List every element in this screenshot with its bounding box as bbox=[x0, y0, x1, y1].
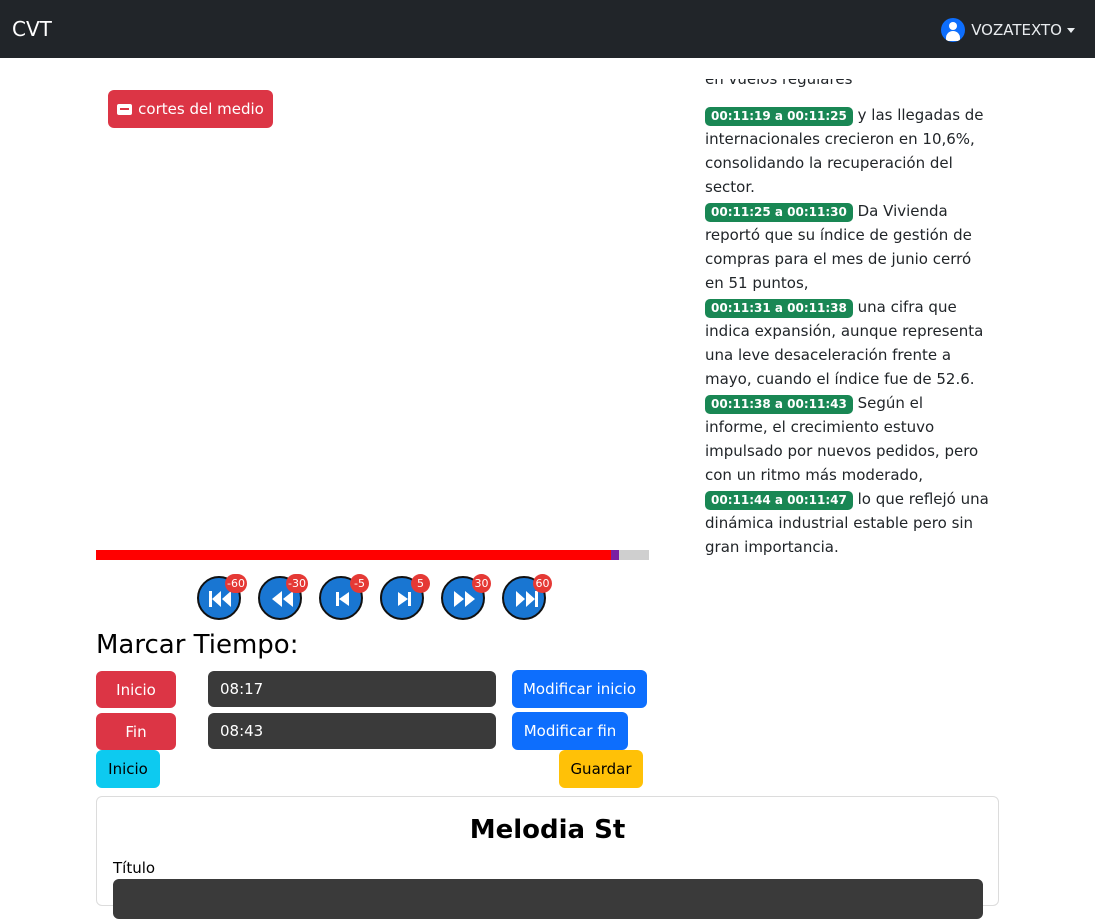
offset-badge: -60 bbox=[225, 574, 247, 593]
user-menu[interactable]: VOZATEXTO bbox=[941, 18, 1075, 42]
fast-forward-30-button[interactable]: 30 bbox=[441, 574, 491, 620]
step-back-5-button[interactable]: -5 bbox=[319, 574, 369, 620]
media-progress-bar[interactable] bbox=[96, 550, 649, 560]
inicio-time-field[interactable]: 08:17 bbox=[208, 671, 496, 707]
transcript-segment[interactable]: 00:11:25 a 00:11:30 Da Vivienda reportó … bbox=[705, 199, 990, 295]
metadata-card: Melodia St Título bbox=[96, 796, 999, 919]
card-title: Melodia St bbox=[469, 815, 626, 845]
goto-inicio-button[interactable]: Inicio bbox=[96, 750, 160, 788]
progress-marker[interactable] bbox=[611, 550, 619, 560]
step-forward-5-icon bbox=[398, 592, 411, 606]
user-name: VOZATEXTO bbox=[971, 21, 1062, 39]
user-avatar-icon bbox=[941, 18, 966, 42]
timestamp-badge[interactable]: 00:11:31 a 00:11:38 bbox=[705, 299, 853, 318]
titulo-input[interactable] bbox=[113, 879, 983, 919]
brand-logo[interactable]: CVT bbox=[12, 17, 52, 41]
offset-badge: 60 bbox=[533, 574, 552, 593]
marcar-tiempo-heading: Marcar Tiempo: bbox=[96, 630, 299, 660]
transcript-segment[interactable]: 00:11:31 a 00:11:38 una cifra que indica… bbox=[705, 295, 990, 391]
subtitles-icon bbox=[117, 103, 133, 115]
timestamp-badge[interactable]: 00:11:44 a 00:11:47 bbox=[705, 491, 853, 510]
transcript-segment[interactable]: 00:11:19 a 00:11:25 y las llegadas de in… bbox=[705, 103, 990, 199]
transcript-segment[interactable]: 00:11:44 a 00:11:47 lo que reflejó una d… bbox=[705, 487, 990, 559]
fast-forward-30-icon bbox=[454, 591, 475, 607]
cortes-del-medio-button[interactable]: cortes del medio bbox=[108, 90, 273, 128]
modificar-fin-button[interactable]: Modificar fin bbox=[512, 712, 628, 750]
transcript-segment[interactable]: 00:11:38 a 00:11:43 Según el informe, el… bbox=[705, 391, 990, 487]
offset-badge: 5 bbox=[411, 574, 430, 593]
skip-forward-60-icon bbox=[516, 591, 538, 607]
rewind-30-button[interactable]: -30 bbox=[258, 574, 308, 620]
set-inicio-button[interactable]: Inicio bbox=[96, 671, 176, 708]
timestamp-badge[interactable]: 00:11:19 a 00:11:25 bbox=[705, 107, 853, 126]
transcript-clipped-line: en vuelos regulares bbox=[705, 79, 853, 88]
transcript-panel: en vuelos regulares 00:11:19 a 00:11:25 … bbox=[705, 79, 990, 559]
modificar-inicio-button[interactable]: Modificar inicio bbox=[512, 670, 647, 708]
skip-back-60-button[interactable]: -60 bbox=[197, 574, 247, 620]
offset-badge: -5 bbox=[350, 574, 369, 593]
step-forward-5-button[interactable]: 5 bbox=[380, 574, 430, 620]
timestamp-badge[interactable]: 00:11:25 a 00:11:30 bbox=[705, 203, 853, 222]
step-back-5-icon bbox=[336, 592, 349, 606]
cortes-label: cortes del medio bbox=[138, 100, 264, 118]
offset-badge: 30 bbox=[472, 574, 491, 593]
chevron-down-icon bbox=[1067, 27, 1075, 33]
guardar-button[interactable]: Guardar bbox=[559, 750, 643, 788]
offset-badge: -30 bbox=[286, 574, 308, 593]
titulo-label: Título bbox=[113, 859, 156, 877]
set-fin-button[interactable]: Fin bbox=[96, 713, 176, 750]
progress-fill bbox=[96, 550, 613, 560]
fin-time-field[interactable]: 08:43 bbox=[208, 713, 496, 749]
timestamp-badge[interactable]: 00:11:38 a 00:11:43 bbox=[705, 395, 853, 414]
top-navbar: CVT VOZATEXTO bbox=[0, 0, 1095, 58]
skip-forward-60-button[interactable]: 60 bbox=[502, 574, 552, 620]
